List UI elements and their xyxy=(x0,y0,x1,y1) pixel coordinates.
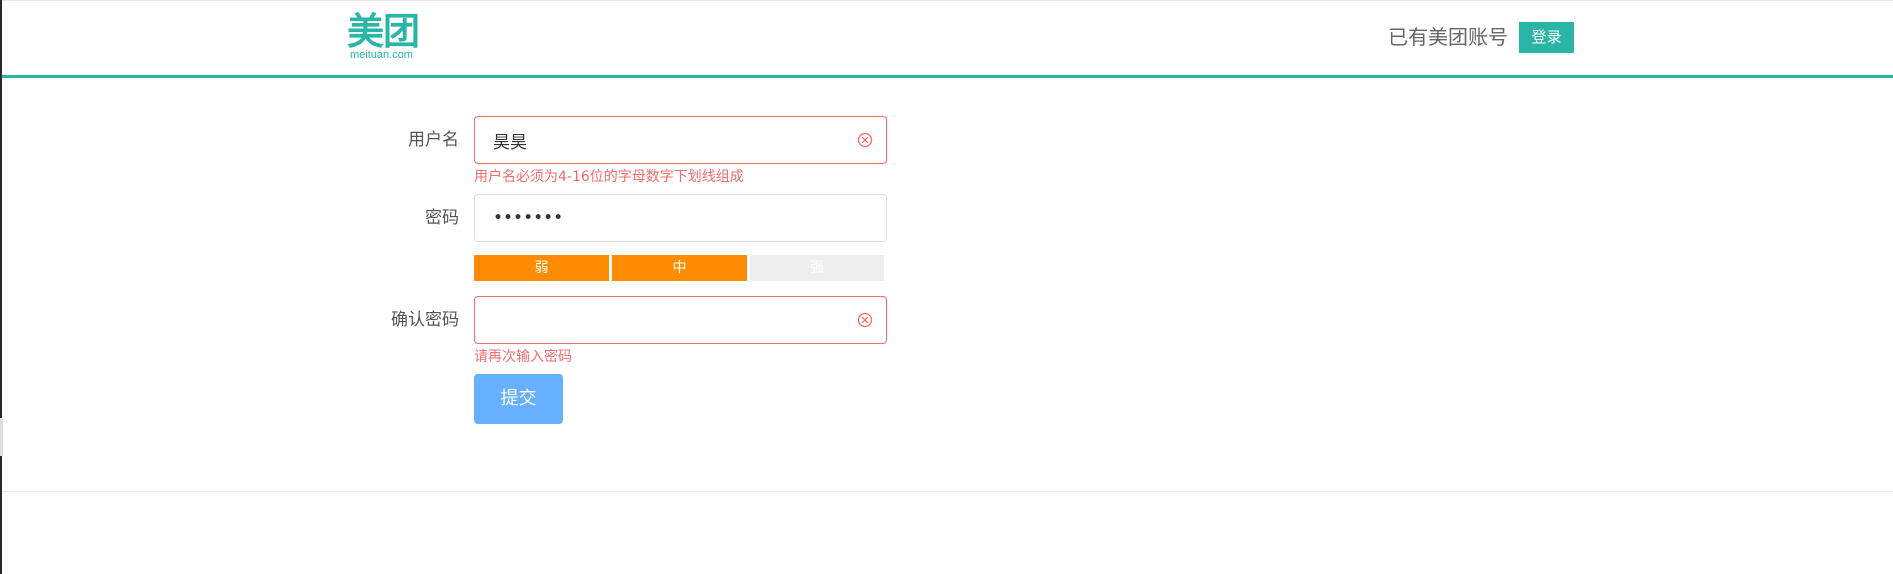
password-input[interactable] xyxy=(493,195,833,241)
strength-medium: 中 xyxy=(612,255,747,281)
password-label: 密码 xyxy=(425,208,459,228)
username-field[interactable] xyxy=(474,116,887,164)
login-button[interactable]: 登录 xyxy=(1519,22,1574,53)
strength-strong: 强 xyxy=(750,255,884,281)
footer-divider xyxy=(2,491,1893,492)
window-edge-marker xyxy=(0,418,3,456)
password-field[interactable] xyxy=(474,194,887,242)
circle-x-icon[interactable] xyxy=(857,312,873,328)
logo-chinese-text: 美团 xyxy=(347,10,420,53)
circle-x-icon[interactable] xyxy=(857,132,873,148)
account-prompt: 已有美团账号 xyxy=(1388,25,1508,49)
strength-weak: 弱 xyxy=(474,255,609,281)
window-left-edge xyxy=(0,0,2,574)
username-input[interactable] xyxy=(493,117,833,163)
password-strength-meter: 弱 中 强 xyxy=(474,255,884,281)
confirm-password-error: 请再次输入密码 xyxy=(474,349,572,365)
logo-domain-text: meituan.com xyxy=(350,49,413,61)
username-label: 用户名 xyxy=(408,130,459,150)
submit-button[interactable]: 提交 xyxy=(474,374,563,424)
confirm-password-field[interactable] xyxy=(474,296,887,344)
username-error: 用户名必须为4-16位的字母数字下划线组成 xyxy=(474,169,744,185)
header-divider xyxy=(2,75,1893,78)
confirm-password-input[interactable] xyxy=(493,297,833,343)
confirm-password-label: 确认密码 xyxy=(391,310,459,330)
meituan-logo[interactable]: 美团 meituan.com xyxy=(347,12,427,62)
site-header: 美团 meituan.com xyxy=(2,1,1893,76)
